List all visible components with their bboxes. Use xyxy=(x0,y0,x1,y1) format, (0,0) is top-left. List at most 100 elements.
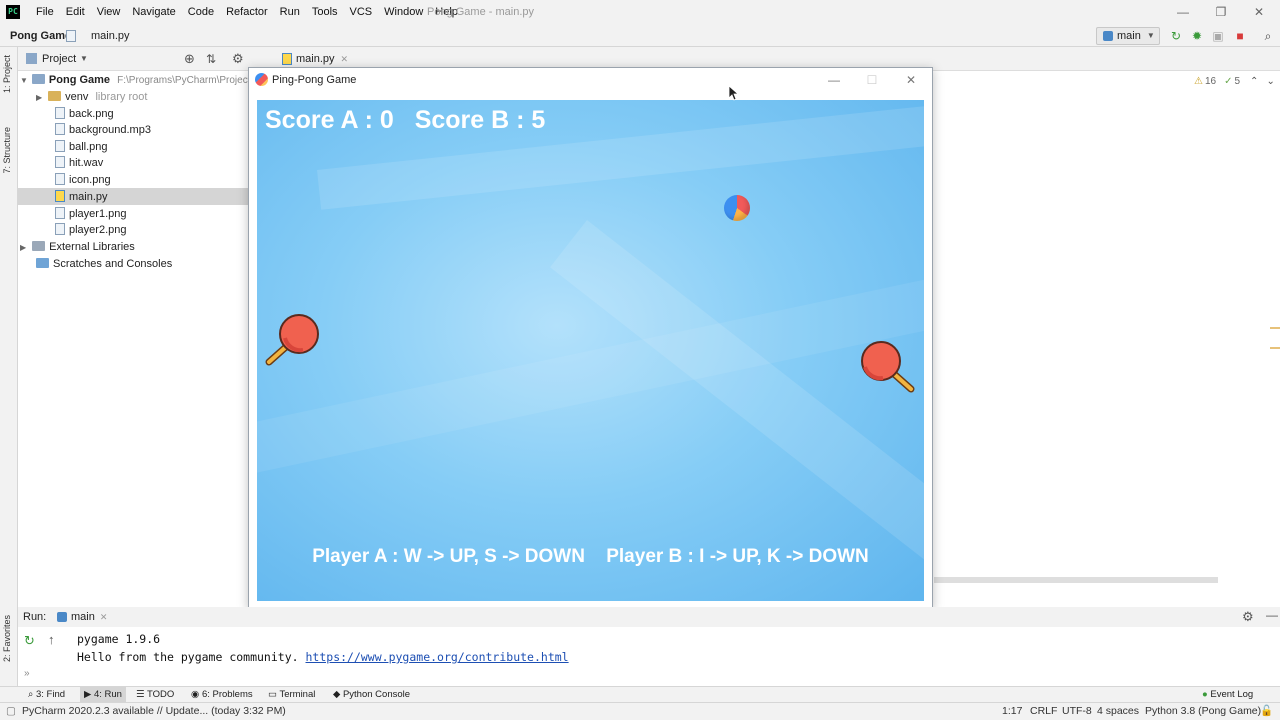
game-window[interactable]: Ping-Pong Game — ☐ ✕ Score A : 0 Score B… xyxy=(248,67,933,609)
console-output[interactable]: pygame 1.9.6 Hello from the pygame commu… xyxy=(77,630,569,666)
breadcrumb-project[interactable]: Pong Game xyxy=(10,25,71,47)
tree-item-file[interactable]: hit.wav xyxy=(55,155,103,172)
menu-file[interactable]: File xyxy=(30,0,60,25)
editor-horizontal-scrollbar[interactable] xyxy=(934,577,1218,583)
tree-item-scratches[interactable]: Scratches and Consoles xyxy=(36,256,172,273)
tree-item-file[interactable]: player2.png xyxy=(55,222,127,239)
terminal-icon: ▭ xyxy=(268,689,280,700)
tree-item-external[interactable]: ▶ External Libraries xyxy=(20,239,135,256)
collapse-icon[interactable]: ⇅ xyxy=(206,47,216,71)
chevron-up-icon[interactable]: ⌃ xyxy=(1250,74,1258,90)
tree-item-venv[interactable]: ▶ venv library root xyxy=(36,89,147,106)
project-side-tab[interactable]: 1: Project xyxy=(2,55,12,93)
tool-tab-event-log[interactable]: ● Event Log xyxy=(1202,687,1253,703)
restore-icon[interactable]: ❐ xyxy=(1202,0,1240,25)
project-folder-icon xyxy=(26,53,37,64)
lock-icon[interactable]: 🔓 xyxy=(1260,703,1273,720)
tool-tab-run[interactable]: ▶ 4: Run xyxy=(80,687,126,703)
search-icon[interactable]: ⌕ xyxy=(1260,28,1276,44)
menu-view[interactable]: View xyxy=(91,0,127,25)
tool-tab-find[interactable]: ⌕ 3: Find xyxy=(28,687,65,703)
status-line-separator[interactable]: CRLF xyxy=(1030,703,1057,720)
tree-item-label: icon.png xyxy=(69,174,111,186)
menu-refactor[interactable]: Refactor xyxy=(220,0,274,25)
breadcrumb-file[interactable]: main.py xyxy=(91,25,130,47)
structure-side-tab[interactable]: 7: Structure xyxy=(2,127,12,174)
menu-tools[interactable]: Tools xyxy=(306,0,344,25)
game-ball-icon xyxy=(255,73,268,86)
game-canvas[interactable]: Score A : 0 Score B : 5 Player A : W -> … xyxy=(257,100,924,601)
locate-icon[interactable]: ⊕ xyxy=(184,47,195,71)
status-caret-position[interactable]: 1:17 xyxy=(1002,703,1022,720)
menu-window[interactable]: Window xyxy=(378,0,429,25)
tree-root[interactable]: ▼ Pong Game F:\Programs\PyCharm\Projects\ xyxy=(20,72,258,89)
menu-navigate[interactable]: Navigate xyxy=(126,0,181,25)
stop-icon[interactable]: ■ xyxy=(1232,28,1248,44)
gear-icon[interactable]: ⚙ xyxy=(1242,609,1254,625)
close-icon[interactable]: ✕ xyxy=(100,607,108,627)
tool-tab-todo[interactable]: ☰ TODO xyxy=(136,687,174,703)
status-indent[interactable]: 4 spaces xyxy=(1097,703,1139,720)
folder-icon xyxy=(31,74,45,84)
debug-icon[interactable]: ✹ xyxy=(1189,28,1205,44)
minimize-icon[interactable]: — xyxy=(1164,0,1202,25)
status-panel-icon[interactable]: ▢ xyxy=(6,703,16,720)
hide-icon[interactable]: — xyxy=(1266,608,1278,622)
more-icon[interactable]: » xyxy=(24,668,30,679)
chevron-down-icon[interactable]: ⌄ xyxy=(1266,74,1274,90)
tool-tab-python-console[interactable]: ◆ Python Console xyxy=(333,687,410,703)
game-title-bar[interactable]: Ping-Pong Game — ☐ ✕ xyxy=(249,68,932,92)
tree-item-label: player2.png xyxy=(69,224,127,236)
python-icon: ◆ xyxy=(333,689,343,700)
status-encoding[interactable]: UTF-8 xyxy=(1062,703,1092,720)
tree-item-file[interactable]: icon.png xyxy=(55,172,111,189)
coverage-icon[interactable]: ▣ xyxy=(1210,28,1226,44)
close-icon[interactable]: ✕ xyxy=(1240,0,1278,25)
status-interpreter[interactable]: Python 3.8 (Pong Game) xyxy=(1145,703,1261,720)
problems-icon: ◉ xyxy=(191,689,202,700)
maximize-icon[interactable]: ☐ xyxy=(853,68,891,92)
inspection-widget[interactable]: ⚠ 16 ✓ 5 ⌃ ⌄ xyxy=(1194,74,1275,90)
minimize-icon[interactable]: — xyxy=(815,68,853,92)
tree-item-file[interactable]: player1.png xyxy=(55,206,127,223)
tool-tab-problems[interactable]: ◉ 6: Problems xyxy=(191,687,253,703)
run-tab-main[interactable]: main ✕ xyxy=(57,607,107,627)
tree-item-file-selected[interactable]: main.py xyxy=(55,189,108,206)
rerun-icon[interactable]: ↻ xyxy=(24,633,35,649)
tree-item-file[interactable]: back.png xyxy=(55,106,114,123)
error-stripe-mark[interactable] xyxy=(1270,327,1280,329)
error-stripe-mark[interactable] xyxy=(1270,347,1280,349)
menu-run[interactable]: Run xyxy=(274,0,306,25)
console-line: Hello from the pygame community. https:/… xyxy=(77,648,569,666)
close-icon[interactable]: ✕ xyxy=(341,49,349,69)
paddle-player-b xyxy=(861,341,915,393)
scratches-icon xyxy=(36,258,49,268)
menu-vcs[interactable]: VCS xyxy=(344,0,379,25)
tool-tab-label: TODO xyxy=(146,689,175,700)
project-panel-title[interactable]: Project xyxy=(42,47,76,71)
close-icon[interactable]: ✕ xyxy=(892,68,930,92)
console-link[interactable]: https://www.pygame.org/contribute.html xyxy=(306,650,569,664)
tree-item-file[interactable]: ball.png xyxy=(55,139,108,156)
gear-icon[interactable]: ⚙ xyxy=(232,47,244,71)
chevron-down-icon[interactable]: ▼ xyxy=(80,47,88,71)
arrow-up-icon[interactable]: ↑ xyxy=(48,632,55,647)
chevron-down-icon: ▼ xyxy=(1146,31,1155,40)
status-message[interactable]: PyCharm 2020.2.3 available // Update... … xyxy=(22,703,286,720)
menu-code[interactable]: Code xyxy=(182,0,220,25)
tool-tab-label: Event Log xyxy=(1210,689,1254,700)
image-file-icon xyxy=(55,140,65,152)
tree-item-label: back.png xyxy=(69,108,114,120)
tree-root-label: Pong Game xyxy=(48,74,111,86)
menu-edit[interactable]: Edit xyxy=(60,0,91,25)
rerun-icon[interactable]: ↻ xyxy=(1168,28,1184,44)
library-icon xyxy=(32,241,46,251)
audio-file-icon xyxy=(55,156,65,168)
chevron-down-icon: ▼ xyxy=(20,76,28,85)
tool-tab-terminal[interactable]: ▭ Terminal xyxy=(268,687,315,703)
run-config-select[interactable]: main ▼ xyxy=(1096,27,1160,45)
tree-item-file[interactable]: background.mp3 xyxy=(55,122,151,139)
selected-row-highlight xyxy=(18,188,249,205)
tree-item-label: External Libraries xyxy=(49,241,135,253)
favorites-side-tab[interactable]: 2: Favorites xyxy=(2,615,12,662)
